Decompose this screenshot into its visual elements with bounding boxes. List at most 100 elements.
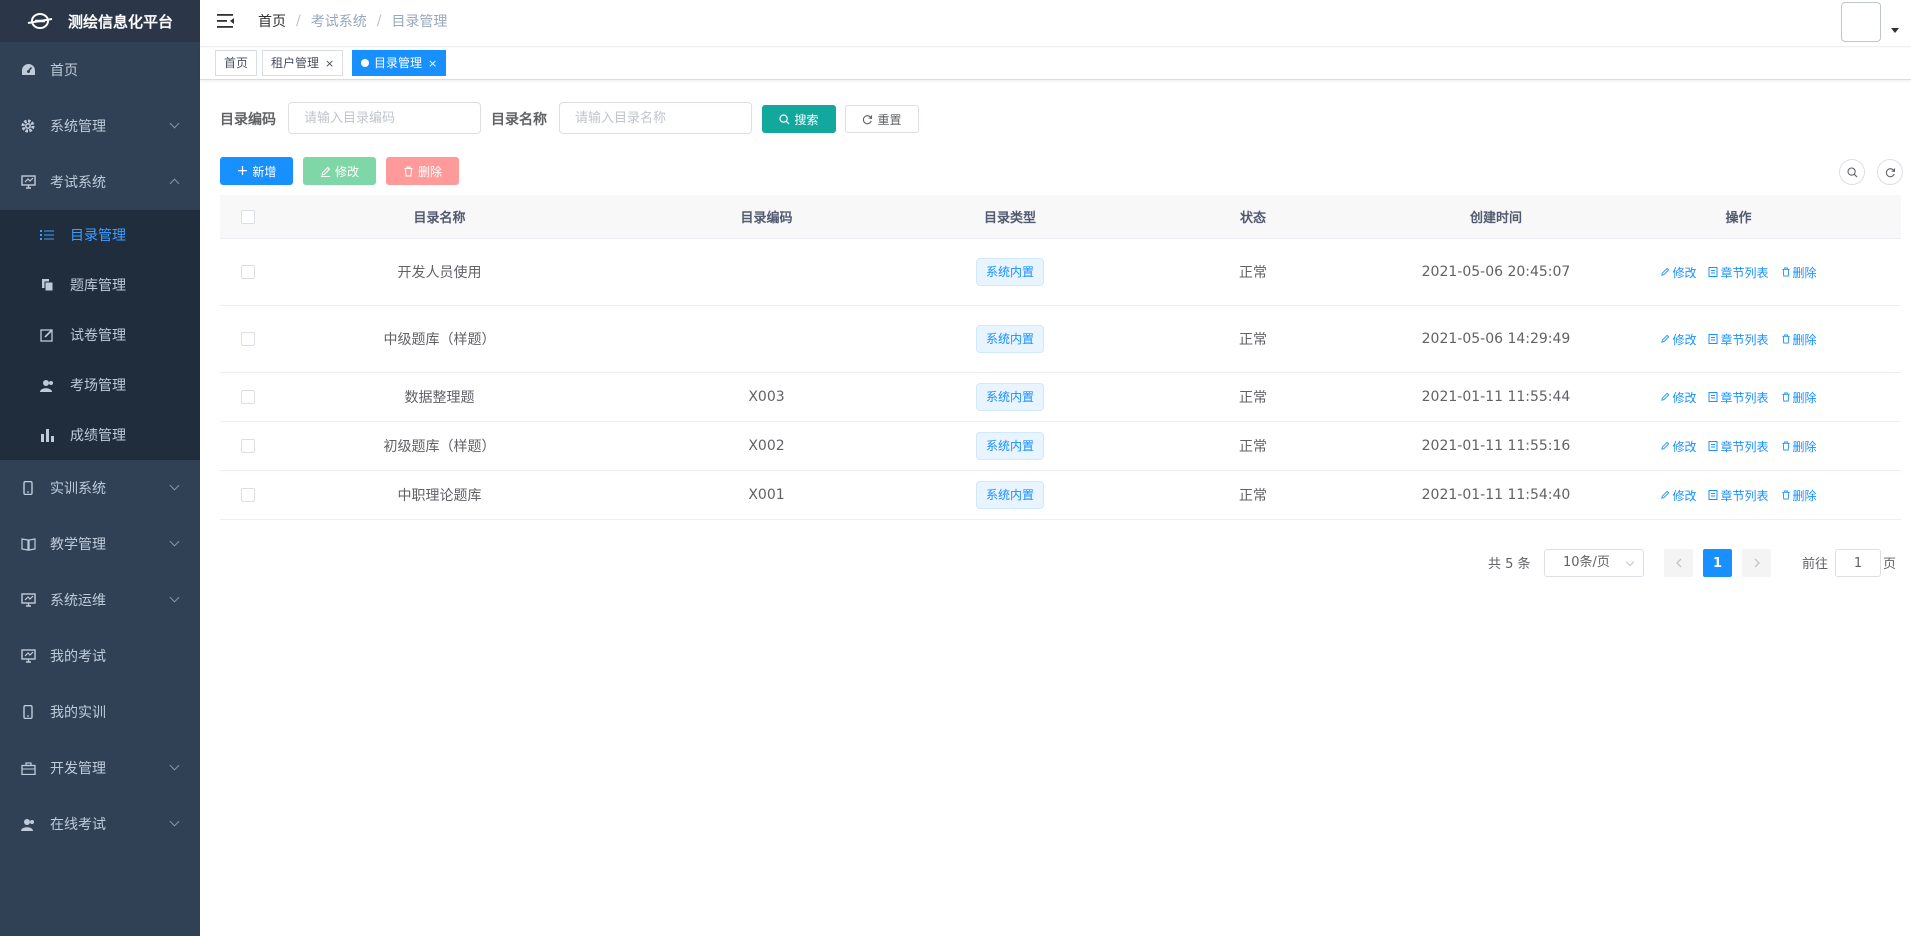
- page-number-button[interactable]: 1: [1703, 549, 1732, 577]
- row-delete-link[interactable]: 删除: [1781, 487, 1817, 504]
- phone-icon: [20, 480, 36, 496]
- row-delete-link[interactable]: 删除: [1781, 389, 1817, 406]
- trash-icon: [1781, 441, 1790, 451]
- trash-icon: [1781, 267, 1790, 277]
- row-edit-link[interactable]: 修改: [1660, 487, 1696, 504]
- row-checkbox[interactable]: [241, 488, 255, 502]
- sidebar-item-catalog[interactable]: 目录管理: [0, 210, 200, 260]
- row-chapters-link[interactable]: 章节列表: [1708, 264, 1769, 281]
- page-size-select[interactable]: 10条/页: [1544, 549, 1644, 577]
- name-input[interactable]: [559, 102, 752, 134]
- sidebar-item-label: 系统运维: [50, 593, 106, 609]
- monitor-icon: [20, 648, 36, 664]
- caret-down-icon[interactable]: [1891, 28, 1899, 33]
- sidebar-item-dev[interactable]: 开发管理: [0, 740, 200, 796]
- row-checkbox[interactable]: [241, 265, 255, 279]
- header-status: 状态: [1239, 211, 1266, 226]
- sidebar-item-exam[interactable]: 考试系统: [0, 154, 200, 210]
- row-edit-label: 修改: [1672, 439, 1697, 454]
- delete-button[interactable]: 删除: [386, 157, 459, 185]
- row-delete-link[interactable]: 删除: [1781, 264, 1817, 281]
- tab-catalog[interactable]: 目录管理 ×: [352, 50, 447, 76]
- edit-icon: [1661, 392, 1670, 401]
- sidebar-item-system[interactable]: 系统管理: [0, 98, 200, 154]
- breadcrumb-home[interactable]: 首页: [258, 11, 286, 31]
- code-input[interactable]: [288, 102, 481, 134]
- sidebar-item-exam-room[interactable]: 考场管理: [0, 360, 200, 410]
- page-suffix-label: 页: [1883, 557, 1897, 572]
- cell-status: 正常: [1239, 439, 1267, 455]
- refresh-button[interactable]: [1877, 159, 1903, 185]
- row-chapters-link[interactable]: 章节列表: [1708, 331, 1769, 348]
- row-chapters-label: 章节列表: [1720, 439, 1769, 454]
- tab-tenant[interactable]: 租户管理 ×: [262, 50, 344, 76]
- reset-button[interactable]: 重置: [845, 105, 919, 133]
- row-edit-link[interactable]: 修改: [1660, 389, 1696, 406]
- cell-time: 2021-05-06 20:45:07: [1421, 263, 1571, 280]
- next-page-button[interactable]: [1742, 549, 1771, 577]
- document-icon: [1708, 441, 1718, 451]
- row-chapters-link[interactable]: 章节列表: [1708, 487, 1769, 504]
- trash-icon: [1781, 490, 1790, 500]
- header-checkbox-cell: [220, 209, 276, 224]
- edit-icon: [1661, 490, 1670, 499]
- search-button[interactable]: 搜索: [762, 105, 836, 133]
- row-edit-label: 修改: [1672, 265, 1697, 280]
- row-delete-label: 删除: [1792, 332, 1817, 347]
- prev-page-button[interactable]: [1664, 549, 1693, 577]
- edit-icon: [1661, 267, 1670, 276]
- navbar: 首页 / 考试系统 / 目录管理: [200, 0, 1911, 47]
- menu-fold-icon[interactable]: [217, 13, 235, 29]
- row-edit-label: 修改: [1672, 332, 1697, 347]
- cell-status: 正常: [1239, 265, 1267, 281]
- sidebar-item-paper[interactable]: 试卷管理: [0, 310, 200, 360]
- chevron-down-icon: [169, 816, 180, 827]
- sidebar-item-question-bank[interactable]: 题库管理: [0, 260, 200, 310]
- document-icon: [1708, 334, 1718, 344]
- sidebar-logo[interactable]: 测绘信息化平台: [0, 0, 200, 42]
- sidebar-item-training[interactable]: 实训系统: [0, 460, 200, 516]
- tab-home[interactable]: 首页: [215, 50, 258, 76]
- row-chapters-link[interactable]: 章节列表: [1708, 389, 1769, 406]
- sidebar-item-online-exam[interactable]: 在线考试: [0, 796, 200, 852]
- close-icon[interactable]: ×: [428, 57, 437, 70]
- cell-name: 开发人员使用: [397, 265, 482, 281]
- sidebar-item-my-exam[interactable]: 我的考试: [0, 628, 200, 684]
- select-all-checkbox[interactable]: [241, 209, 255, 224]
- sidebar-item-ops[interactable]: 系统运维: [0, 572, 200, 628]
- row-chapters-link[interactable]: 章节列表: [1708, 438, 1769, 455]
- toggle-search-button[interactable]: [1839, 159, 1865, 185]
- avatar[interactable]: [1841, 2, 1881, 42]
- chevron-down-icon: [169, 760, 180, 771]
- sidebar-item-home[interactable]: 首页: [0, 42, 200, 98]
- row-checkbox[interactable]: [241, 390, 255, 404]
- row-delete-link[interactable]: 删除: [1781, 438, 1817, 455]
- row-edit-link[interactable]: 修改: [1660, 264, 1696, 281]
- search-icon: [779, 113, 790, 124]
- tab-label: 首页: [224, 56, 249, 70]
- cell-code: X001: [748, 487, 785, 503]
- close-icon[interactable]: ×: [325, 57, 334, 70]
- chevron-down-icon: [169, 118, 180, 129]
- sidebar-item-label: 我的考试: [50, 649, 106, 665]
- edit-icon: [1661, 441, 1670, 450]
- sidebar-item-score[interactable]: 成绩管理: [0, 410, 200, 460]
- row-checkbox[interactable]: [241, 332, 255, 346]
- row-edit-link[interactable]: 修改: [1660, 438, 1696, 455]
- sidebar-item-my-training[interactable]: 我的实训: [0, 684, 200, 740]
- add-button[interactable]: + 新增: [220, 157, 293, 185]
- tags-view: 首页 租户管理 × 目录管理 ×: [200, 48, 1911, 80]
- row-edit-link[interactable]: 修改: [1660, 331, 1696, 348]
- table-header: 目录名称 目录编码 目录类型 状态 创建时间 操作: [220, 195, 1901, 239]
- chevron-down-icon: [169, 536, 180, 547]
- row-delete-link[interactable]: 删除: [1781, 331, 1817, 348]
- cell-ops: 修改 章节列表 删除: [1576, 264, 1901, 281]
- row-checkbox[interactable]: [241, 439, 255, 453]
- sidebar-item-teaching[interactable]: 教学管理: [0, 516, 200, 572]
- goto-page-input[interactable]: [1835, 549, 1881, 577]
- sidebar: 测绘信息化平台 首页 系统管理 考试系统 目录管理 题库管理 试卷管理 考场管理…: [0, 0, 200, 936]
- cell-name: 中级题库（样题）: [383, 332, 496, 348]
- chevron-down-icon: [169, 480, 180, 491]
- breadcrumb-current: 目录管理: [391, 14, 448, 30]
- edit-button[interactable]: 修改: [303, 157, 376, 185]
